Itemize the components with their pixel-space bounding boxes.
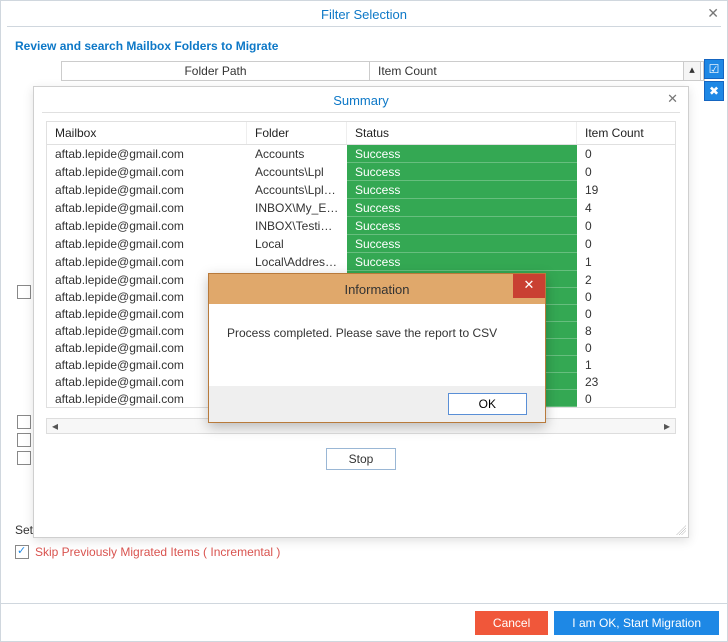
cell-item-count: 0 (577, 235, 675, 253)
cell-mailbox: aftab.lepide@gmail.com (47, 163, 247, 181)
col-folder[interactable]: Folder (247, 122, 347, 144)
cell-item-count: 1 (577, 253, 675, 271)
cell-mailbox: aftab.lepide@gmail.com (47, 199, 247, 217)
table-row[interactable]: aftab.lepide@gmail.comAccountsSuccess0 (47, 145, 675, 163)
cell-item-count: 4 (577, 199, 675, 217)
cell-mailbox: aftab.lepide@gmail.com (47, 181, 247, 199)
cell-status: Success (347, 181, 577, 199)
cell-item-count: 0 (577, 339, 675, 356)
cell-item-count: 0 (577, 217, 675, 235)
scroll-right-icon[interactable]: ▸ (659, 419, 675, 433)
information-footer: OK (209, 386, 545, 422)
cell-item-count: 8 (577, 322, 675, 339)
scroll-left-icon[interactable]: ◂ (47, 419, 63, 433)
cell-item-count: 2 (577, 271, 675, 288)
review-label: Review and search Mailbox Folders to Mig… (1, 33, 727, 63)
cell-status: Success (347, 217, 577, 235)
cell-folder: Local\Address B (247, 253, 347, 271)
cell-status: Success (347, 253, 577, 271)
table-header: Mailbox Folder Status Item Count (47, 122, 675, 145)
cell-item-count: 0 (577, 305, 675, 322)
folder-checkbox[interactable] (17, 433, 31, 447)
summary-title-text: Summary (333, 93, 389, 108)
grid-header: Folder Path Item Count (61, 61, 705, 81)
folder-checkbox[interactable] (17, 415, 31, 429)
clear-all-icon[interactable]: ✖ (704, 81, 724, 101)
table-row[interactable]: aftab.lepide@gmail.comAccounts\LplSucces… (47, 163, 675, 181)
footer: Cancel I am OK, Start Migration (1, 603, 727, 641)
cell-folder: Local (247, 235, 347, 253)
cell-mailbox: aftab.lepide@gmail.com (47, 253, 247, 271)
cell-status: Success (347, 163, 577, 181)
skip-checkbox[interactable] (15, 545, 29, 559)
col-mailbox[interactable]: Mailbox (47, 122, 247, 144)
cell-folder: Accounts (247, 145, 347, 163)
cell-item-count: 19 (577, 181, 675, 199)
close-icon[interactable]: ✕ (667, 91, 678, 107)
cell-item-count: 0 (577, 288, 675, 305)
folder-checkbox[interactable] (17, 451, 31, 465)
cell-mailbox: aftab.lepide@gmail.com (47, 145, 247, 163)
col-item-count[interactable]: Item Count (370, 62, 704, 80)
side-toolbar: ☑ ✖ (704, 57, 726, 103)
settings-label: Set (15, 523, 33, 537)
stop-button[interactable]: Stop (326, 448, 397, 470)
col-folder-path[interactable]: Folder Path (62, 62, 370, 80)
cell-item-count: 0 (577, 390, 675, 407)
cell-status: Success (347, 235, 577, 253)
close-icon[interactable]: ✕ (707, 5, 719, 22)
cancel-button[interactable]: Cancel (475, 611, 548, 635)
cell-mailbox: aftab.lepide@gmail.com (47, 217, 247, 235)
table-row[interactable]: aftab.lepide@gmail.comLocal\Address BSuc… (47, 253, 675, 271)
information-message: Process completed. Please save the repor… (209, 304, 545, 350)
table-row[interactable]: aftab.lepide@gmail.comLocalSuccess0 (47, 235, 675, 253)
cell-item-count: 0 (577, 163, 675, 181)
information-title: Information (344, 282, 409, 297)
divider (7, 26, 721, 27)
start-migration-button[interactable]: I am OK, Start Migration (554, 611, 719, 635)
skip-previously-migrated-row: Skip Previously Migrated Items ( Increme… (15, 545, 280, 559)
cell-folder: Accounts\Lpl (247, 163, 347, 181)
folder-checkbox[interactable] (17, 285, 31, 299)
cell-folder: INBOX\My_Emails (247, 199, 347, 217)
information-dialog: Information ✕ Process completed. Please … (208, 273, 546, 423)
skip-label: Skip Previously Migrated Items ( Increme… (35, 545, 280, 559)
table-row[interactable]: aftab.lepide@gmail.comAccounts\Lpl\N...S… (47, 181, 675, 199)
summary-title: Summary ✕ (34, 87, 688, 112)
col-status[interactable]: Status (347, 122, 577, 144)
ok-button[interactable]: OK (448, 393, 527, 415)
cell-folder: INBOX\Testing M (247, 217, 347, 235)
select-all-icon[interactable]: ☑ (704, 59, 724, 79)
cell-mailbox: aftab.lepide@gmail.com (47, 235, 247, 253)
cell-item-count: 0 (577, 145, 675, 163)
information-titlebar[interactable]: Information ✕ (209, 274, 545, 304)
cell-item-count: 23 (577, 373, 675, 390)
resize-grip-icon[interactable] (674, 523, 686, 535)
scroll-up-button[interactable]: ▴ (683, 61, 701, 81)
cell-status: Success (347, 199, 577, 217)
col-item-count[interactable]: Item Count (577, 122, 675, 144)
filter-selection-title: Filter Selection (1, 1, 727, 26)
cell-item-count: 1 (577, 356, 675, 373)
divider (42, 112, 680, 113)
close-icon[interactable]: ✕ (513, 274, 545, 298)
table-row[interactable]: aftab.lepide@gmail.comINBOX\Testing MSuc… (47, 217, 675, 235)
table-row[interactable]: aftab.lepide@gmail.comINBOX\My_EmailsSuc… (47, 199, 675, 217)
cell-folder: Accounts\Lpl\N... (247, 181, 347, 199)
cell-status: Success (347, 145, 577, 163)
